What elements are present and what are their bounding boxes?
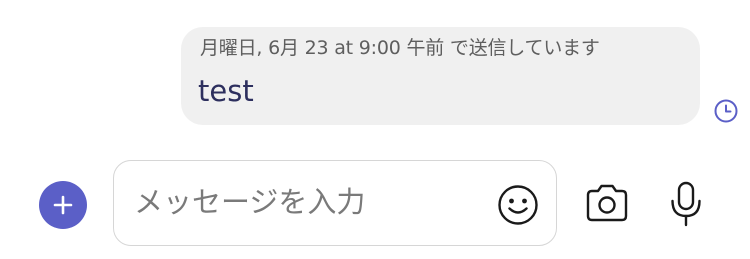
message-bubble[interactable]: 月曜日, 6月 23 at 9:00 午前 で送信しています test	[181, 27, 700, 125]
plus-icon	[53, 195, 73, 215]
message-status-text: 月曜日, 6月 23 at 9:00 午前 で送信しています	[200, 37, 600, 59]
message-input-placeholder: メッセージを入力	[134, 185, 366, 219]
add-button[interactable]	[39, 181, 87, 229]
chat-screen: 月曜日, 6月 23 at 9:00 午前 で送信しています test メッセー…	[0, 0, 750, 259]
message-body: test	[198, 74, 254, 108]
clock-icon	[714, 99, 738, 123]
message-input[interactable]: メッセージを入力	[113, 160, 557, 246]
microphone-icon[interactable]	[667, 180, 705, 228]
smiley-icon[interactable]	[496, 183, 540, 227]
camera-icon[interactable]	[584, 182, 630, 224]
